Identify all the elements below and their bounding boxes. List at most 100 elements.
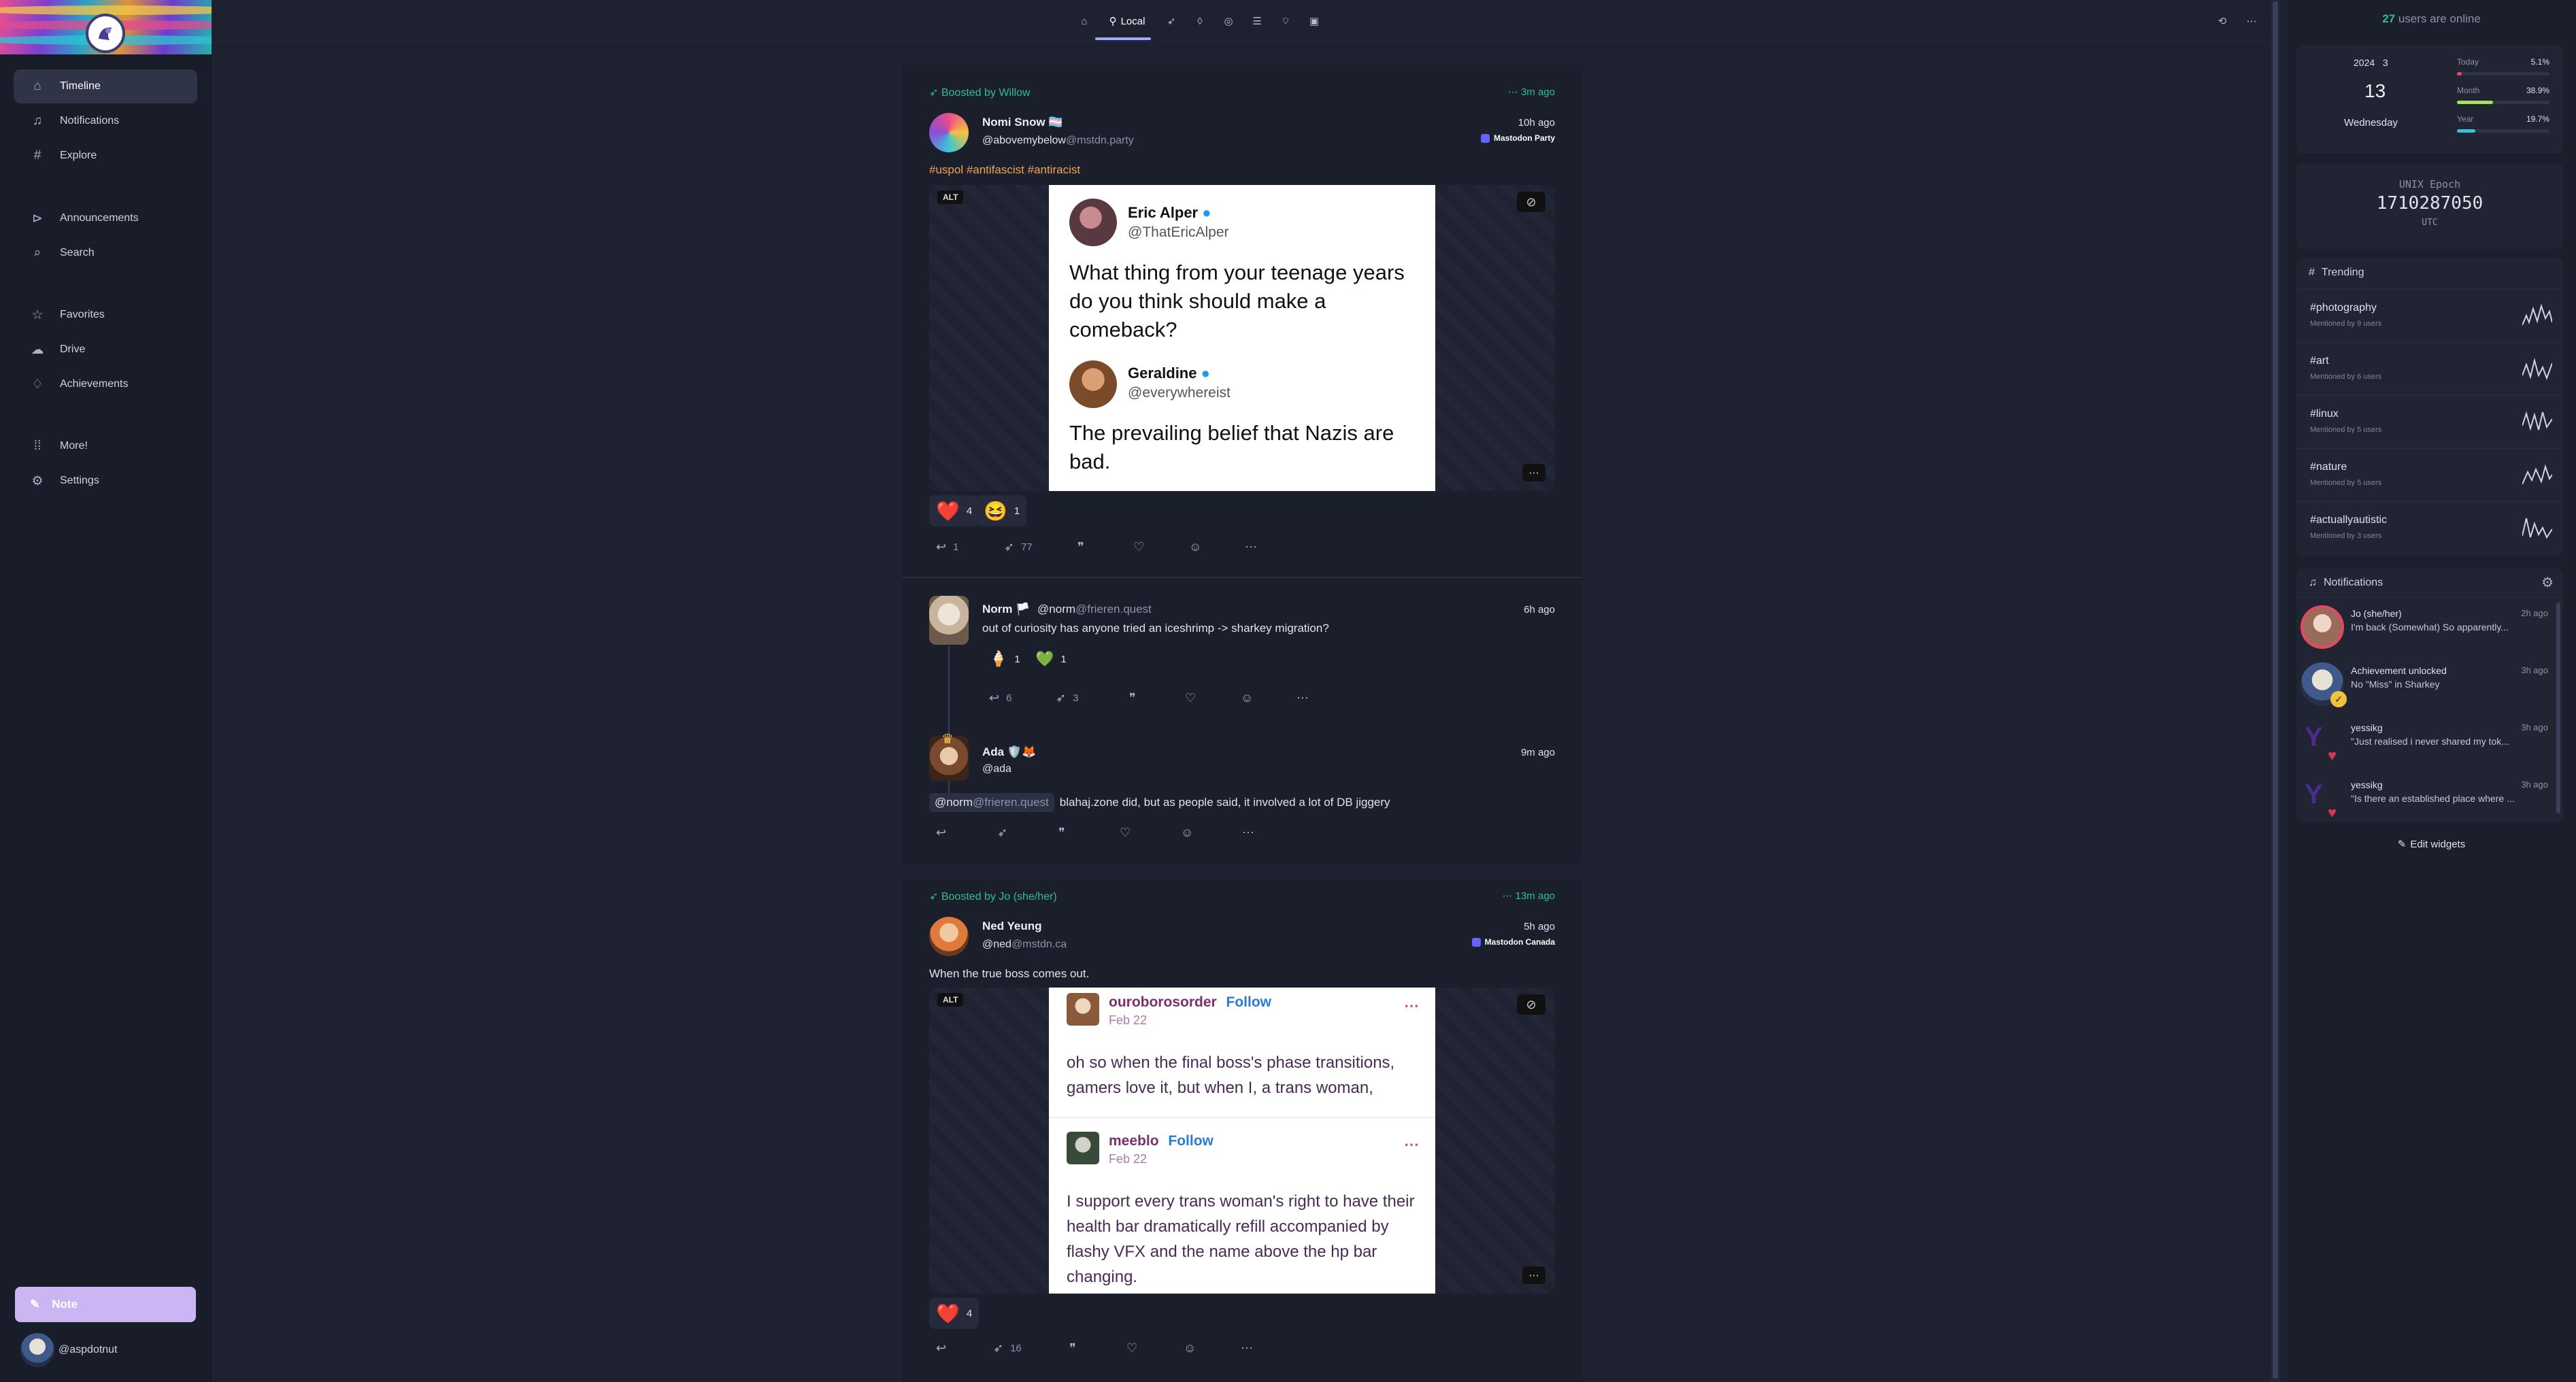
- sidebar-item-favorites[interactable]: ☆ Favorites: [14, 298, 197, 332]
- rocket-icon: ➶: [929, 87, 939, 99]
- react-button[interactable]: ☺: [1184, 1341, 1196, 1355]
- scrollbar-thumb[interactable]: [2273, 1, 2278, 1379]
- hide-media-button[interactable]: ⊘: [1517, 192, 1545, 212]
- author-handle[interactable]: @abovemybelow@mstdn.party: [982, 135, 1134, 147]
- sidebar-item-search[interactable]: ⌕ Search: [14, 236, 197, 270]
- boost-time[interactable]: ⋯ 3m ago: [1508, 86, 1555, 98]
- reaction-icecream[interactable]: 🍦 1: [982, 643, 1027, 675]
- reply-button[interactable]: ↩: [936, 1341, 946, 1355]
- edit-widgets-button[interactable]: ✎ Edit widgets: [2287, 838, 2576, 850]
- sidebar-item-drive[interactable]: ☁ Drive: [14, 333, 197, 367]
- avatar[interactable]: [929, 596, 969, 645]
- sidebar-item-notifications[interactable]: ♫ Notifications: [14, 104, 197, 138]
- reaction-laugh[interactable]: 😆 1: [977, 495, 1027, 526]
- sidebar-item-more[interactable]: ⁞⁞ More!: [14, 429, 197, 463]
- reply-button[interactable]: ↩ 6: [989, 691, 1011, 705]
- author-name[interactable]: Nomi Snow 🏳️‍⚧️: [982, 116, 1063, 129]
- post-time[interactable]: 9m ago: [1521, 747, 1555, 758]
- sidebar-item-timeline[interactable]: ⌂ Timeline: [14, 69, 197, 103]
- avatar[interactable]: [929, 113, 969, 152]
- renote-button[interactable]: ➶ 16: [993, 1341, 1022, 1355]
- notification-item[interactable]: Jo (she/her) I'm back (Somewhat) So appa…: [2296, 601, 2563, 658]
- mention-chip[interactable]: @norm@frieren.quest: [929, 793, 1054, 812]
- like-button[interactable]: ♡: [1185, 691, 1196, 705]
- trending-item[interactable]: #photography Mentioned by 9 users: [2296, 290, 2563, 343]
- reaction-heart[interactable]: ❤️ 4: [929, 495, 980, 526]
- tab-lists[interactable]: ☰: [1243, 10, 1271, 33]
- author-line[interactable]: Norm 🏳️ @norm@frieren.quest: [982, 603, 1152, 616]
- tab-bubble[interactable]: ◊: [1186, 10, 1214, 33]
- renote-button[interactable]: ➶ 3: [1056, 691, 1078, 705]
- quote-button[interactable]: ❞: [1058, 826, 1065, 840]
- rocket-icon: ➶: [993, 1341, 1004, 1355]
- sidebar-item-announcements[interactable]: ⊳ Announcements: [14, 201, 197, 235]
- avatar[interactable]: [929, 917, 969, 956]
- hashtags[interactable]: #uspol #antifascist #antiracist: [929, 163, 1080, 177]
- like-button[interactable]: ♡: [1133, 540, 1144, 554]
- tab-global[interactable]: ◎: [1215, 10, 1242, 33]
- author-handle[interactable]: @ned@mstdn.ca: [982, 939, 1067, 951]
- sidebar-item-settings[interactable]: ⚙ Settings: [14, 464, 197, 498]
- author-name[interactable]: Ned Yeung: [982, 920, 1042, 933]
- alt-badge[interactable]: ALT: [937, 993, 964, 1007]
- timeline-header: ⌂ ⚲ Local ➶ ◊ ◎ ☰ ⌔ ▣ ⟲ ⋯: [212, 0, 2270, 42]
- rocket-icon: ➶: [929, 891, 939, 903]
- tab-channels[interactable]: ▣: [1301, 10, 1328, 33]
- renote-button[interactable]: ➶ 77: [1004, 540, 1033, 554]
- trending-item[interactable]: #linux Mentioned by 5 users: [2296, 396, 2563, 449]
- renote-button[interactable]: ➶: [997, 826, 1007, 840]
- tab-home[interactable]: ⌂: [1071, 10, 1098, 33]
- react-button[interactable]: ☺: [1189, 540, 1201, 554]
- quote-button[interactable]: ❞: [1069, 1341, 1076, 1355]
- reaction-heart-green[interactable]: 💚 1: [1028, 643, 1073, 675]
- trending-item[interactable]: #actuallyautistic Mentioned by 3 users: [2296, 502, 2563, 555]
- react-button[interactable]: ☺: [1181, 826, 1193, 840]
- notification-item[interactable]: Y ♥ yessikg "Just realised i never share…: [2296, 715, 2563, 773]
- notification-item[interactable]: ✓ Achievement unlocked No "Miss" in Shar…: [2296, 658, 2563, 715]
- notification-item[interactable]: Y ♥ yessikg "Is there an established pla…: [2296, 773, 2563, 830]
- trending-item[interactable]: #nature Mentioned by 5 users: [2296, 449, 2563, 502]
- sidebar-item-achievements[interactable]: ♢ Achievements: [14, 367, 197, 401]
- boost-time[interactable]: ⋯ 13m ago: [1502, 890, 1555, 902]
- tab-social[interactable]: ➶: [1158, 10, 1185, 33]
- more-button[interactable]: ⋯: [1245, 540, 1257, 554]
- refresh-button[interactable]: ⟲: [2209, 10, 2236, 33]
- ellipsis-icon: ⋯: [2246, 16, 2257, 27]
- bell-icon: ♫: [2309, 577, 2317, 588]
- account-menu[interactable]: @aspdotnut: [20, 1333, 118, 1367]
- header-menu-button[interactable]: ⋯: [2238, 10, 2265, 33]
- react-button[interactable]: ☺: [1241, 691, 1253, 705]
- tab-local[interactable]: ⚲ Local: [1099, 10, 1155, 33]
- media-menu-button[interactable]: ⋯: [1522, 464, 1545, 482]
- post-time[interactable]: 6h ago: [1524, 604, 1555, 616]
- sidebar-item-explore[interactable]: # Explore: [14, 139, 197, 173]
- ellipsis-icon: ⋯: [1404, 997, 1419, 1014]
- like-button[interactable]: ♡: [1126, 1341, 1137, 1355]
- notifications-settings-button[interactable]: ⚙: [2541, 574, 2554, 591]
- booster-name[interactable]: Willow: [999, 87, 1030, 99]
- more-button[interactable]: ⋯: [1297, 691, 1309, 705]
- post-time[interactable]: 10h ago: [1518, 117, 1555, 129]
- media-attachment[interactable]: ALT ⊘ ⋯ ouroborosorder Follow Feb 22 ⋯ o…: [929, 988, 1555, 1294]
- author-handle[interactable]: @ada: [982, 763, 1011, 775]
- hide-media-button[interactable]: ⊘: [1517, 994, 1545, 1015]
- post-time[interactable]: 5h ago: [1524, 921, 1555, 932]
- note-button[interactable]: ✎ Note: [15, 1287, 196, 1322]
- reaction-heart[interactable]: ❤️ 4: [929, 1298, 980, 1329]
- tab-antennas[interactable]: ⌔: [1272, 10, 1299, 33]
- instance-logo[interactable]: [86, 14, 125, 53]
- quote-button[interactable]: ❞: [1077, 540, 1084, 554]
- more-button[interactable]: ⋯: [1242, 826, 1254, 840]
- reply-button[interactable]: ↩ 1: [936, 540, 958, 554]
- quote-button[interactable]: ❞: [1129, 691, 1136, 705]
- media-menu-button[interactable]: ⋯: [1522, 1266, 1545, 1284]
- alt-badge[interactable]: ALT: [937, 190, 964, 204]
- sidebar-item-label: Settings: [60, 475, 99, 486]
- booster-name[interactable]: Jo (she/her): [999, 891, 1056, 903]
- reply-button[interactable]: ↩: [936, 826, 946, 840]
- like-button[interactable]: ♡: [1120, 826, 1131, 840]
- trending-item[interactable]: #art Mentioned by 6 users: [2296, 343, 2563, 396]
- media-attachment[interactable]: ALT ⊘ ⋯ Eric Alper ● @ThatEricAlper What…: [929, 185, 1555, 491]
- author-name[interactable]: Ada 🛡️🦊: [982, 745, 1036, 759]
- more-button[interactable]: ⋯: [1241, 1341, 1253, 1355]
